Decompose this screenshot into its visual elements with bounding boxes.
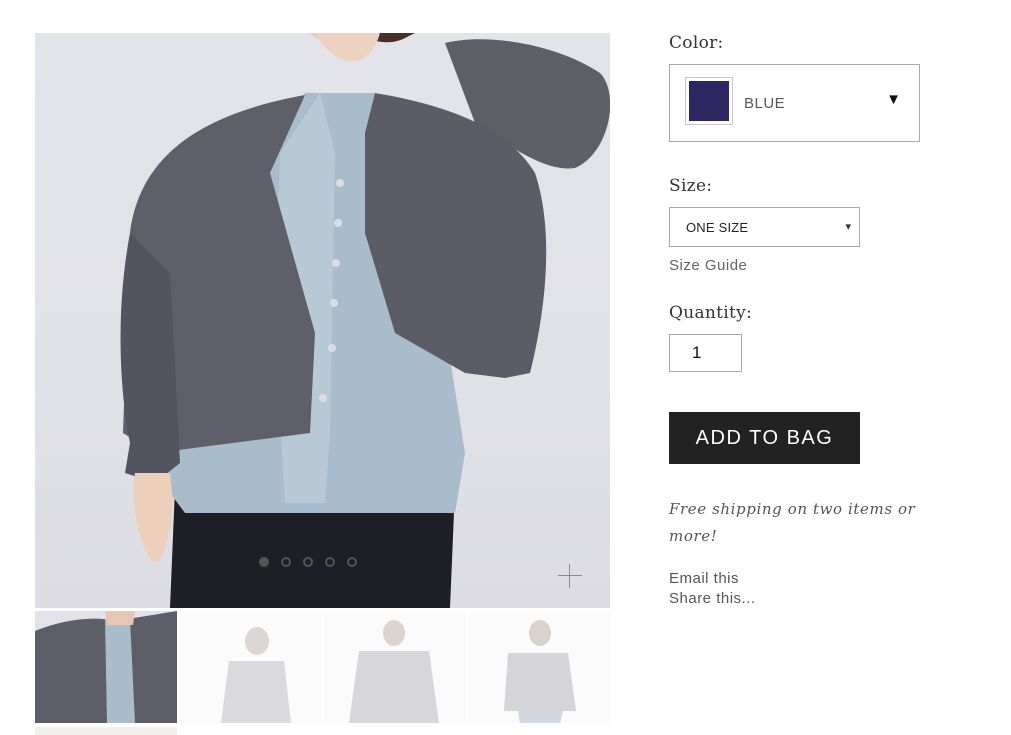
thumbnail-row-partial bbox=[35, 727, 177, 735]
chevron-down-icon: ▾ bbox=[845, 221, 851, 233]
zoom-plus-icon[interactable] bbox=[558, 564, 582, 588]
color-swatch bbox=[689, 81, 729, 121]
email-link[interactable]: Email this bbox=[669, 570, 739, 587]
color-select[interactable]: BLUE ▼ bbox=[669, 64, 920, 142]
carousel-dots bbox=[259, 557, 357, 567]
carousel-dot[interactable] bbox=[347, 557, 357, 567]
thumbnail-image bbox=[179, 611, 321, 723]
size-selected-value: ONE SIZE bbox=[686, 220, 749, 235]
thumbnail-2[interactable] bbox=[179, 611, 321, 723]
carousel-dot[interactable] bbox=[325, 557, 335, 567]
thumbnail-strip bbox=[35, 611, 610, 735]
size-guide-link[interactable]: Size Guide bbox=[669, 257, 747, 274]
thumbnail-image bbox=[324, 611, 466, 723]
carousel-dot[interactable] bbox=[281, 557, 291, 567]
color-selected-value: BLUE bbox=[744, 95, 786, 112]
thumbnail-image bbox=[35, 611, 177, 723]
main-product-image[interactable] bbox=[35, 33, 610, 608]
share-link[interactable]: Share this... bbox=[669, 590, 756, 607]
thumbnail-3[interactable] bbox=[324, 611, 466, 723]
color-label: Color: bbox=[669, 33, 724, 53]
thumbnail-image bbox=[468, 611, 610, 723]
thumbnail-4[interactable] bbox=[468, 611, 610, 723]
thumbnail-1[interactable] bbox=[35, 611, 177, 723]
color-swatch-frame bbox=[685, 77, 733, 125]
chevron-down-icon: ▼ bbox=[886, 91, 901, 108]
size-select[interactable]: ONE SIZE ▾ bbox=[669, 207, 860, 247]
carousel-dot[interactable] bbox=[259, 557, 269, 567]
quantity-input[interactable] bbox=[669, 334, 742, 372]
add-to-bag-button[interactable]: ADD TO BAG bbox=[669, 412, 860, 464]
product-photo bbox=[120, 33, 610, 608]
quantity-label: Quantity: bbox=[669, 303, 753, 323]
size-label: Size: bbox=[669, 176, 713, 196]
carousel-dot[interactable] bbox=[303, 557, 313, 567]
shipping-note: Free shipping on two items or more! bbox=[669, 500, 916, 545]
